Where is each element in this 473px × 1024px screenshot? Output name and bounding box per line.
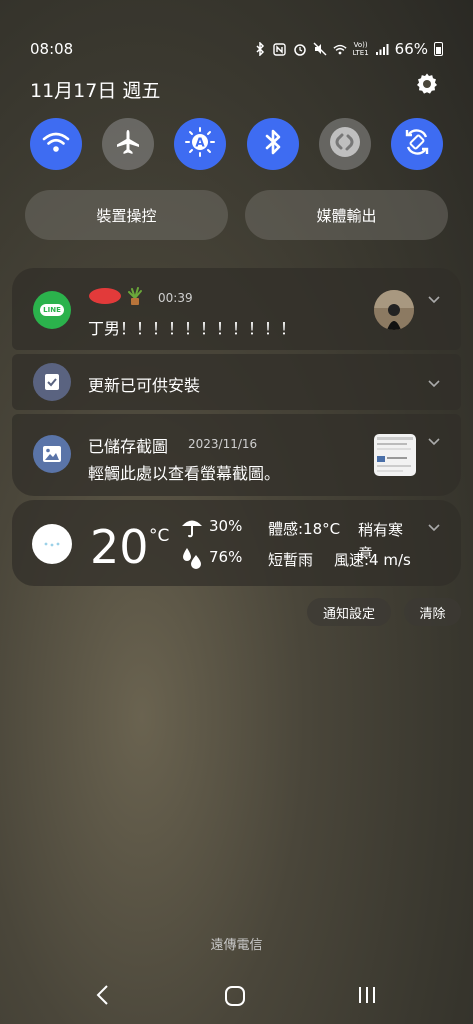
nfc-icon: [273, 42, 287, 56]
chevron-down-icon[interactable]: [427, 376, 441, 390]
weather-widget[interactable]: 20 °C 30% 76% 體感:18°C 稍有寒意 短暫雨 風速:4 m/s: [12, 500, 461, 586]
home-button[interactable]: [224, 985, 246, 1007]
recents-icon: [356, 987, 378, 1009]
device-control-label: 裝置操控: [96, 206, 157, 225]
line-notification[interactable]: LINE 00:39 丁男！！！！！！！！！！！: [12, 268, 461, 350]
clear-label: 清除: [419, 606, 446, 622]
weather-condition-2: 短暫雨: [268, 551, 314, 569]
weather-cloud-icon: [32, 524, 72, 564]
wind-speed: 風速:4 m/s: [334, 551, 411, 569]
line-notification-time: 00:39: [158, 291, 193, 305]
update-app-icon: [33, 363, 71, 401]
bluetooth-status-icon: [253, 42, 267, 56]
feels-like: 體感:18°C: [268, 520, 341, 538]
airplane-toggle[interactable]: [102, 118, 155, 170]
back-button[interactable]: [94, 984, 112, 1006]
lte-label: LTE1: [352, 49, 369, 57]
rain-chance: 30%: [209, 517, 243, 535]
svg-text:A: A: [196, 136, 206, 150]
status-icons: Vo)) LTE1 66%: [253, 40, 443, 58]
carrier-label: 遠傳電信: [210, 938, 263, 953]
line-message: 丁男！！！！！！！！！！！: [88, 319, 297, 338]
wifi-icon: [42, 131, 70, 157]
notification-settings-button[interactable]: 通知設定: [307, 598, 391, 626]
settings-gear-icon[interactable]: [415, 72, 439, 96]
screenshot-title: 已儲存截圖: [88, 437, 169, 456]
shazam-toggle[interactable]: [318, 118, 371, 170]
plant-emoji-icon: [125, 286, 145, 306]
alarm-icon: [293, 42, 307, 56]
sender-avatar: [374, 290, 414, 330]
screenshot-thumbnail: [374, 434, 416, 476]
date-label: 11月17日 週五: [30, 80, 161, 102]
volte-badge: Vo)) LTE1: [353, 41, 369, 57]
sender-name-redacted: [88, 286, 122, 306]
airplane-icon: [114, 128, 142, 160]
humidity-value: 76%: [209, 548, 243, 566]
quick-settings-row: A: [30, 118, 443, 170]
home-icon: [224, 986, 246, 1011]
chevron-down-icon[interactable]: [427, 292, 441, 306]
wifi-status-icon: [332, 42, 347, 56]
rotate-icon: [402, 127, 432, 161]
media-output-button[interactable]: 媒體輸出: [245, 190, 448, 240]
recents-button[interactable]: [356, 985, 378, 1005]
mute-icon: [313, 42, 327, 56]
temperature-value: 20: [90, 520, 149, 574]
update-title: 更新已可供安裝: [88, 376, 201, 395]
screenshot-date: 2023/11/16: [188, 437, 258, 451]
battery-percent: 66%: [394, 40, 428, 58]
temperature-unit: °C: [149, 526, 170, 546]
brightness-auto-icon: A: [185, 127, 216, 161]
line-app-icon: LINE: [33, 291, 71, 329]
screenshot-message: 輕觸此處以查看螢幕截圖。: [88, 464, 281, 483]
clear-button[interactable]: 清除: [404, 598, 461, 626]
signal-icon: [375, 42, 389, 56]
update-notification[interactable]: 更新已可供安裝: [12, 354, 461, 410]
notification-settings-label: 通知設定: [322, 606, 375, 622]
back-icon: [94, 985, 112, 1010]
bluetooth-icon: [263, 128, 283, 160]
shazam-icon: [328, 125, 362, 163]
chevron-down-icon[interactable]: [427, 520, 441, 534]
humidity-drops-icon: [180, 546, 204, 570]
auto-brightness-toggle[interactable]: A: [174, 118, 227, 170]
bluetooth-toggle[interactable]: [246, 118, 299, 170]
status-time: 08:08: [30, 40, 74, 58]
wifi-toggle[interactable]: [30, 118, 82, 170]
auto-rotate-toggle[interactable]: [390, 118, 443, 170]
screenshot-notification[interactable]: 已儲存截圖 2023/11/16 輕觸此處以查看螢幕截圖。: [12, 414, 461, 496]
chevron-down-icon[interactable]: [427, 434, 441, 448]
volte-label: Vo)): [353, 41, 368, 49]
gallery-app-icon: [33, 435, 71, 473]
umbrella-icon: [180, 515, 204, 539]
line-app-label: LINE: [40, 304, 64, 316]
battery-icon: [434, 42, 443, 56]
media-output-label: 媒體輸出: [316, 206, 377, 225]
device-control-button[interactable]: 裝置操控: [25, 190, 228, 240]
